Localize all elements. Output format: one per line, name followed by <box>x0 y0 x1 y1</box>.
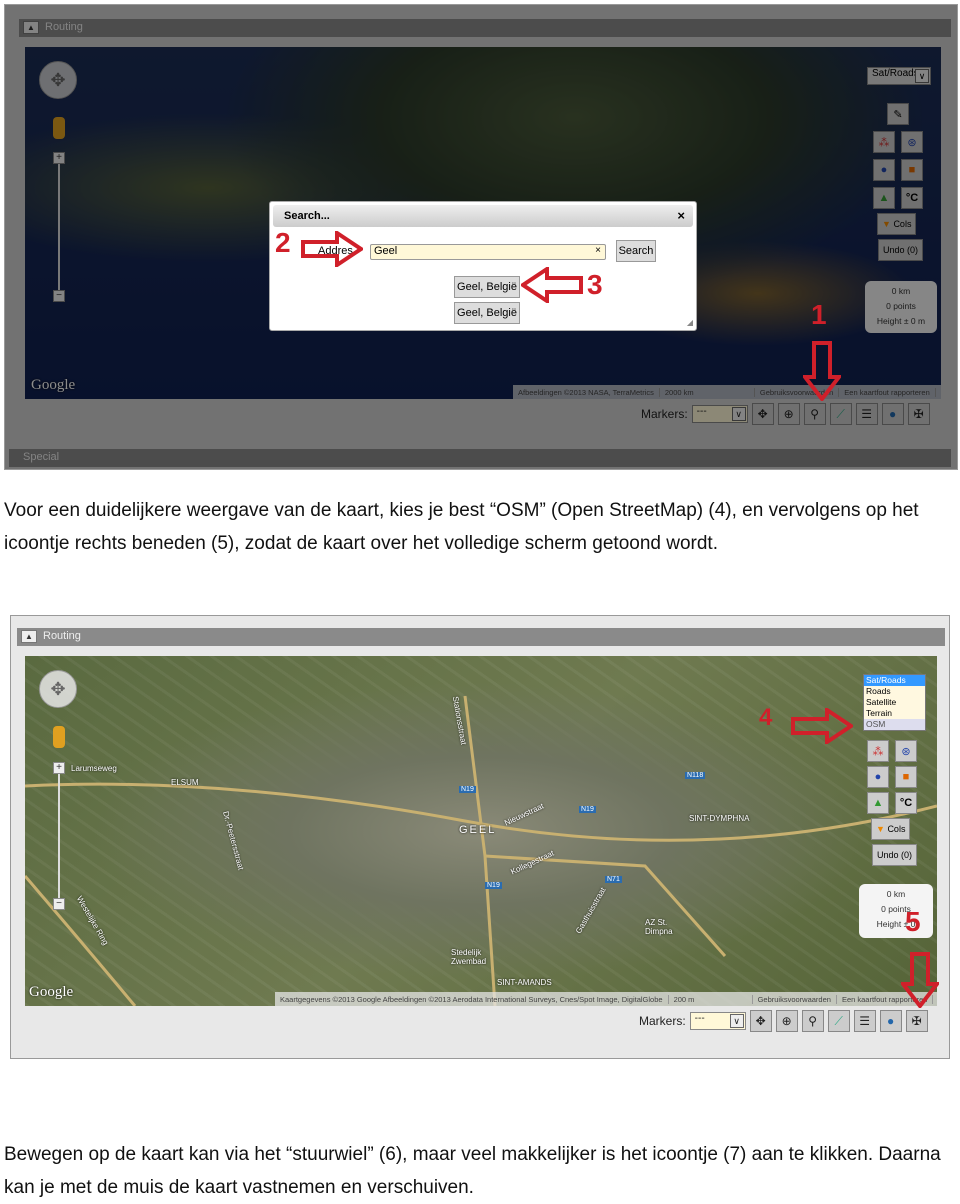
search-result[interactable]: Geel, België <box>454 302 520 324</box>
arrow-down-icon <box>901 952 939 1008</box>
arrow-right-icon <box>791 708 853 744</box>
screenshot-1: ▲ Routing ✥ + − Google Afbeeldingen ©2013… <box>4 4 958 470</box>
globe-icon[interactable]: ● <box>879 1010 902 1032</box>
pegman-icon[interactable] <box>53 726 65 748</box>
annotation-5: 5 <box>905 906 921 937</box>
elevation-button[interactable]: ▲ <box>867 792 889 814</box>
zoom-out-button[interactable]: − <box>53 898 65 910</box>
pan-icon[interactable]: ✥ <box>749 1010 772 1032</box>
bike-button[interactable]: ⊛ <box>895 740 917 762</box>
option-terrain[interactable]: Terrain <box>864 708 925 719</box>
route-points-button[interactable]: ⁂ <box>867 740 889 762</box>
road-shield: N19 <box>485 882 502 889</box>
address-input[interactable]: Geel × <box>370 244 606 260</box>
annotation-4: 4 <box>759 704 773 731</box>
google-logo: Google <box>29 984 74 1000</box>
screenshot-2: ▲ Routing ✥ + − Larumseweg ELSUM GEEL Nie… <box>10 615 950 1059</box>
option-roads[interactable]: Roads <box>864 686 925 697</box>
list-icon[interactable]: ☰ <box>853 1010 876 1032</box>
road-shield: N19 <box>579 806 596 813</box>
temperature-button[interactable]: °C <box>895 792 917 814</box>
road-sign-button[interactable]: ● <box>867 766 889 788</box>
option-osm[interactable]: OSM <box>864 719 925 730</box>
map-label: SINT-DYMPHNA <box>689 814 750 823</box>
map-label: Larumseweg <box>71 764 117 773</box>
pan-control[interactable]: ✥ <box>39 670 77 708</box>
annotation-3: 3 <box>587 269 603 300</box>
close-icon[interactable]: × <box>677 208 685 223</box>
dialog-titlebar: Search... × <box>273 205 693 227</box>
road-shield: N71 <box>605 876 622 883</box>
map-label: AZ St. Dimpna <box>645 918 673 936</box>
map-label: SINT-AMANDS <box>497 978 552 987</box>
fullscreen-icon[interactable]: ✠ <box>905 1010 928 1032</box>
zoom-in-button[interactable]: + <box>53 762 65 774</box>
paragraph-1: Voor een duidelijkere weergave van de ka… <box>4 500 919 554</box>
undo-button[interactable]: Undo (0) <box>872 844 918 866</box>
road-shield: N19 <box>459 786 476 793</box>
route-info: 0 km 0 points Height ± 0 <box>859 884 933 938</box>
annotation-1: 1 <box>811 299 827 330</box>
resize-handle-icon[interactable]: ◢ <box>687 318 693 327</box>
collapse-icon[interactable]: ▲ <box>21 630 37 643</box>
road-shield: N118 <box>685 772 706 779</box>
arrow-left-icon <box>521 267 583 303</box>
map-label: Stedelijk Zwembad <box>451 948 487 966</box>
option-sat-roads[interactable]: Sat/Roads <box>864 675 925 686</box>
search-result[interactable]: Geel, België <box>454 276 520 298</box>
search-icon[interactable]: ⚲ <box>801 1010 824 1032</box>
poi-button[interactable]: ■ <box>895 766 917 788</box>
option-satellite[interactable]: Satellite <box>864 697 925 708</box>
map-label: ELSUM <box>171 778 199 787</box>
map-label: GEEL <box>459 824 497 836</box>
paragraph-2: Bewegen op de kaart kan via het “stuurwi… <box>4 1144 941 1198</box>
arrow-down-icon <box>803 341 841 401</box>
markers-select[interactable]: --- ∨ <box>689 1012 746 1030</box>
clear-icon[interactable]: × <box>595 245 601 256</box>
routing-bar[interactable]: ▲ Routing <box>17 628 945 646</box>
zoom-slider[interactable] <box>58 768 60 906</box>
annotation-2: 2 <box>275 227 291 258</box>
cols-button[interactable]: ▼ Cols <box>871 818 911 840</box>
map-attribution: Kaartgegevens ©2013 Google Afbeeldingen … <box>275 992 937 1006</box>
search-button[interactable]: Search <box>616 240 656 262</box>
bottom-toolbar: Markers: --- ∨ ✥ ⊕ ⚲ ⟋ ☰ ● ✠ <box>639 1010 928 1032</box>
crosshair-icon[interactable]: ⊕ <box>775 1010 798 1032</box>
arrow-right-icon <box>301 231 363 267</box>
route-icon[interactable]: ⟋ <box>827 1010 850 1032</box>
map-type-dropdown[interactable]: Sat/Roads Roads Satellite Terrain OSM <box>863 674 926 731</box>
